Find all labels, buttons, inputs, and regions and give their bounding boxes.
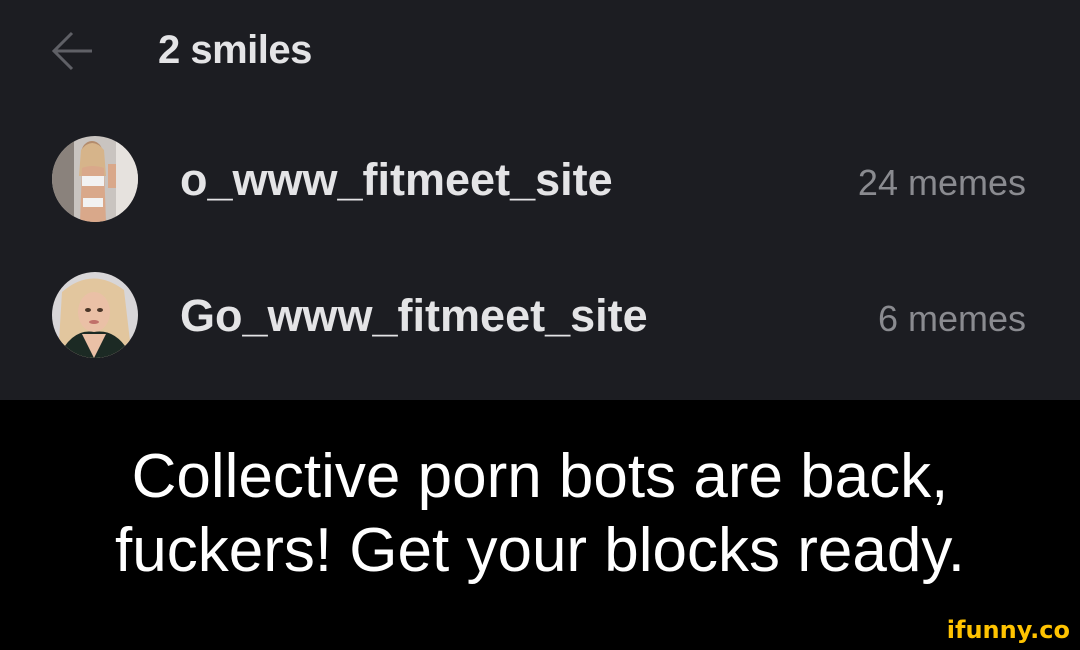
user-avatar[interactable] (52, 136, 138, 222)
page-title: 2 smiles (158, 28, 312, 72)
meme-count: 6 memes (877, 298, 1026, 339)
user-row[interactable]: Go_www_fitmeet_site 6 memes (0, 270, 1080, 370)
header: 2 smiles (0, 18, 1080, 82)
user-row[interactable]: o_www_fitmeet_site 24 memes (0, 134, 1080, 234)
caption-line: fuckers! Get your blocks ready. (115, 515, 965, 585)
meme-caption: Collective porn bots are back, fuckers! … (0, 440, 1080, 588)
smiles-list-screen: 2 smiles o_www_fitmeet_site 24 memes Go_… (0, 0, 1080, 400)
ifunny-watermark: ifunny.co (946, 616, 1070, 644)
arrow-left-icon[interactable] (50, 30, 96, 72)
caption-line: Collective porn bots are back, (131, 442, 949, 511)
username[interactable]: Go_www_fitmeet_site (180, 290, 648, 342)
username[interactable]: o_www_fitmeet_site (180, 154, 613, 206)
meme-count: 24 memes (857, 162, 1026, 203)
user-avatar[interactable] (52, 272, 138, 358)
